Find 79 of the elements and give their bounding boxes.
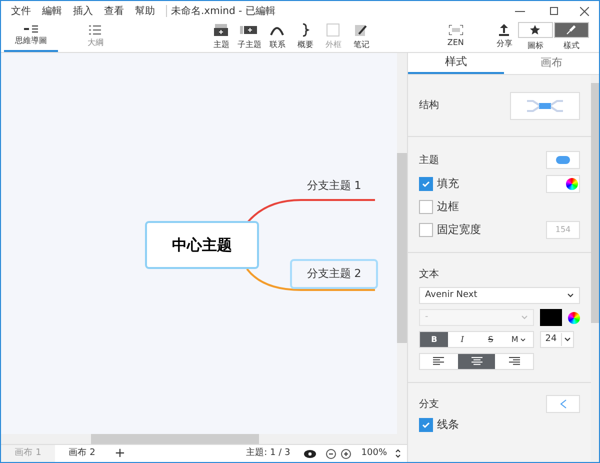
branch-curve-icon	[559, 399, 567, 409]
branch-topic[interactable]: 分支主题 1	[290, 171, 378, 201]
topic-count: 主題: 1 / 3	[246, 446, 290, 460]
panel-toggle-button[interactable]	[518, 22, 553, 38]
toolbar-button[interactable]: 联系	[263, 21, 292, 52]
checkbox[interactable]	[419, 200, 433, 214]
topic-icon	[213, 22, 230, 36]
text-color-swatch[interactable]	[540, 309, 562, 326]
boundary-icon	[325, 22, 342, 36]
section-label: 主题	[419, 154, 439, 168]
align-left-icon	[432, 357, 445, 366]
panel-tab[interactable]: 画布	[504, 53, 599, 74]
menu-item[interactable]: 查看	[104, 4, 124, 18]
toolbar-button[interactable]: 概要	[291, 21, 320, 52]
menu-item[interactable]: 編輯	[42, 4, 62, 18]
add-sheet-button[interactable]: +	[109, 444, 131, 462]
star-icon	[530, 24, 540, 34]
mindmap-icon	[24, 24, 38, 32]
maximize-icon[interactable]	[550, 7, 558, 15]
checkbox[interactable]	[419, 418, 433, 432]
zoom-level[interactable]: 100%	[361, 446, 387, 460]
caret-icon	[564, 337, 571, 342]
toggle-label: 圖标	[527, 40, 544, 52]
menu-item[interactable]: 幫助	[135, 4, 155, 18]
fullscreen-icon	[448, 24, 463, 34]
checkbox[interactable]	[419, 223, 433, 237]
zoom-out-icon[interactable]	[326, 448, 336, 458]
section-label: 文本	[419, 268, 440, 282]
zen-button[interactable]: ZEN	[442, 21, 470, 52]
font-size-select[interactable]: 24	[540, 331, 574, 348]
toolbar-button[interactable]: 笔记	[347, 21, 376, 52]
stepper-icon[interactable]	[395, 449, 401, 458]
color-wheel-icon	[568, 312, 580, 324]
brush-icon	[566, 24, 576, 34]
list-icon	[89, 24, 102, 34]
section-label: 分支	[419, 398, 439, 412]
menu-item[interactable]: 插入	[73, 4, 93, 18]
text-style-button[interactable]: S	[476, 332, 505, 347]
caret-icon	[521, 315, 528, 320]
toolbar-button[interactable]: 子主題	[235, 21, 264, 52]
zoom-in-icon[interactable]	[341, 448, 352, 458]
align-right-icon	[508, 357, 520, 366]
font-select[interactable]: Avenir Next	[419, 287, 580, 304]
menu-item[interactable]: 文件	[11, 4, 31, 18]
share-button[interactable]: 分享	[490, 21, 518, 52]
checkbox-label: 线条	[437, 417, 459, 433]
text-style-button[interactable]: B	[420, 332, 448, 347]
structure-icon	[527, 98, 563, 112]
toolbar-button[interactable]: 主題	[207, 21, 236, 52]
caret-icon	[567, 293, 574, 298]
branch-topic[interactable]: 分支主题 2	[290, 259, 378, 289]
checkbox-label: 填充	[437, 176, 459, 192]
eye-icon[interactable]	[304, 450, 316, 458]
structure-picker[interactable]	[510, 92, 580, 120]
checkmark-icon	[421, 420, 431, 430]
view-tab[interactable]: 大綱	[68, 21, 122, 52]
close-icon[interactable]	[580, 6, 589, 16]
text-style-button[interactable]: I	[448, 332, 476, 347]
window-title: 未命名.xmind - 已編輯	[171, 4, 276, 18]
toggle-label: 樣式	[563, 40, 580, 52]
pencil-note-icon	[353, 22, 370, 36]
shape-picker[interactable]	[546, 151, 580, 169]
caret-icon	[520, 338, 526, 342]
checkmark-icon	[421, 179, 431, 189]
align-button[interactable]	[458, 354, 496, 369]
text-style-button[interactable]: M	[504, 332, 533, 347]
color-wheel-icon	[566, 178, 578, 190]
checkbox[interactable]	[419, 177, 433, 191]
fill-color-picker[interactable]	[546, 175, 580, 193]
panel-tab[interactable]: 样式	[408, 53, 504, 74]
central-topic[interactable]: 中心主题	[145, 221, 259, 269]
section-label: 结构	[419, 98, 439, 113]
upload-icon	[499, 24, 510, 36]
checkbox-label: 固定宽度	[437, 222, 481, 238]
panel-toggle-button[interactable]	[554, 22, 589, 38]
checkbox-label: 边框	[437, 198, 459, 215]
align-center-icon	[470, 357, 482, 366]
minimize-icon[interactable]	[515, 10, 525, 12]
rounded-rect-icon	[556, 156, 570, 164]
